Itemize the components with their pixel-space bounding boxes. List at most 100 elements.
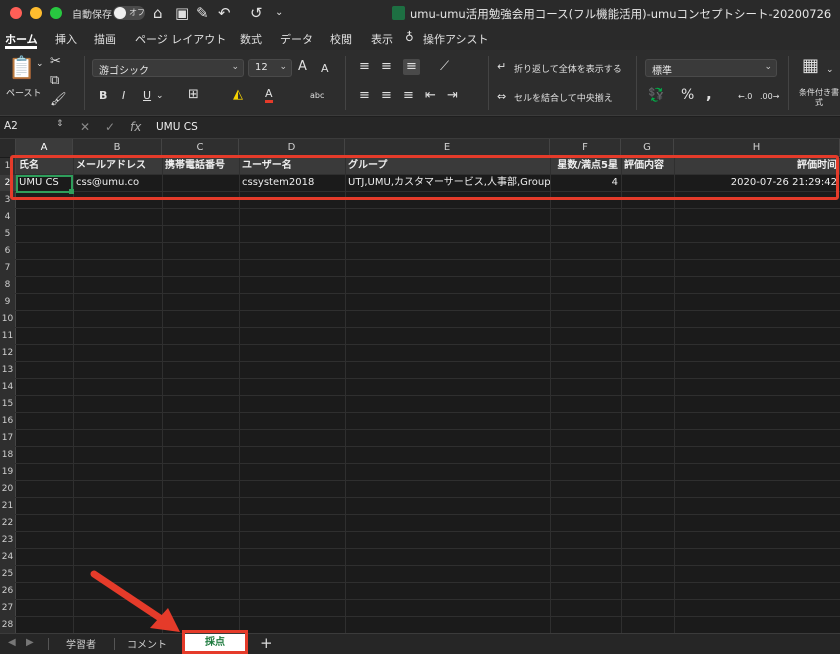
row-header-20[interactable]: 20 [0, 481, 16, 497]
spreadsheet-grid[interactable]: A B C D E F G H 1 2 3 4 5 6 7 8 9 10 11 12 13 14 15 16 1… [0, 139, 840, 633]
sheet-tab-learners[interactable]: 学習者 [50, 636, 112, 651]
enter-icon[interactable]: ✓ [105, 120, 115, 134]
underline-dropdown-icon[interactable]: ⌄ [156, 88, 164, 104]
row-header-14[interactable]: 14 [0, 379, 16, 395]
increase-indent-icon[interactable]: ⇥ [447, 88, 458, 104]
row-header-13[interactable]: 13 [0, 362, 16, 378]
row-header-23[interactable]: 23 [0, 532, 16, 548]
row-header-5[interactable]: 5 [0, 226, 16, 242]
phonetic-button[interactable]: abc [310, 88, 324, 104]
row-header-11[interactable]: 11 [0, 328, 16, 344]
copy-icon[interactable]: ⧉ [50, 73, 59, 89]
tab-tell-me[interactable]: 操作アシスト [423, 31, 489, 47]
align-top-icon[interactable]: ≡ [359, 59, 370, 75]
autosave-toggle[interactable]: オフ [113, 6, 145, 20]
merge-center-icon[interactable]: ⇔ [497, 89, 506, 105]
row-header-9[interactable]: 9 [0, 294, 16, 310]
cut-icon[interactable]: ✂ [50, 54, 61, 70]
name-box[interactable]: A2 [4, 120, 18, 132]
tab-draw[interactable]: 描画 [94, 31, 116, 47]
row-header-28[interactable]: 28 [0, 617, 16, 633]
customize-toolbar-icon[interactable]: ⌄ [275, 3, 283, 23]
align-bottom-icon[interactable]: ≡ [403, 59, 420, 75]
decrease-font-size-button[interactable]: A [321, 61, 329, 77]
close-window-button[interactable] [10, 7, 22, 19]
number-format-dropdown[interactable]: 標準 ⌄ [645, 59, 777, 77]
orientation-icon[interactable]: ⟋ [440, 59, 449, 75]
tab-formulas[interactable]: 数式 [240, 31, 262, 47]
bold-button[interactable]: B [99, 88, 107, 104]
decrease-decimal-icon[interactable]: .00→ [760, 89, 779, 105]
undo-icon[interactable]: ↶ [218, 3, 231, 23]
comma-style-button[interactable]: , [706, 86, 712, 102]
row-header-4[interactable]: 4 [0, 209, 16, 225]
row-header-17[interactable]: 17 [0, 430, 16, 446]
paste-icon[interactable]: 📋 [8, 56, 35, 82]
font-name-dropdown[interactable]: 游ゴシック ⌄ [92, 59, 244, 77]
tab-page-layout[interactable]: ページ レイアウト [135, 31, 226, 47]
conditional-format-icon[interactable]: ▦ [802, 57, 819, 75]
fill-color-icon[interactable]: ◭ [233, 87, 243, 103]
decrease-indent-icon[interactable]: ⇤ [425, 88, 436, 104]
wrap-text-icon[interactable]: ↵ [497, 59, 506, 75]
row-header-22[interactable]: 22 [0, 515, 16, 531]
paste-label[interactable]: ペースト [6, 86, 42, 99]
increase-font-size-button[interactable]: A [298, 59, 307, 75]
align-center-icon[interactable]: ≡ [381, 88, 392, 104]
row-header-8[interactable]: 8 [0, 277, 16, 293]
align-right-icon[interactable]: ≡ [403, 88, 414, 104]
row-header-7[interactable]: 7 [0, 260, 16, 276]
tab-home[interactable]: ホーム [5, 31, 38, 47]
percent-button[interactable]: % [681, 87, 694, 103]
row-header-10[interactable]: 10 [0, 311, 16, 327]
name-box-stepper-icon[interactable]: ⇕ [56, 119, 64, 129]
next-sheet-icon[interactable]: ▶ [26, 637, 34, 648]
row-header-27[interactable]: 27 [0, 600, 16, 616]
formula-input[interactable]: UMU CS [156, 121, 198, 133]
row-header-26[interactable]: 26 [0, 583, 16, 599]
cancel-icon[interactable]: ✕ [80, 120, 90, 134]
row-header-19[interactable]: 19 [0, 464, 16, 480]
save-icon[interactable]: ▣ [175, 3, 189, 23]
zoom-window-button[interactable] [50, 7, 62, 19]
borders-icon[interactable]: ⊞ [188, 87, 199, 103]
edit-icon[interactable]: ✎ [196, 3, 209, 23]
row-header-24[interactable]: 24 [0, 549, 16, 565]
font-size-dropdown[interactable]: 12 ⌄ [248, 59, 292, 77]
wrap-text-button[interactable]: 折り返して全体を表示する [514, 62, 622, 75]
row-header-18[interactable]: 18 [0, 447, 16, 463]
align-middle-icon[interactable]: ≡ [381, 59, 392, 75]
currency-format-icon[interactable]: 💱 [648, 88, 664, 104]
add-sheet-button[interactable]: + [260, 634, 273, 652]
tab-insert[interactable]: 挿入 [55, 31, 77, 47]
conditional-format-dropdown-icon[interactable]: ⌄ [826, 62, 834, 78]
align-left-icon[interactable]: ≡ [359, 88, 370, 104]
insert-function-button[interactable]: fx [130, 120, 141, 134]
underline-button[interactable]: U [143, 88, 151, 104]
sheet-tab-bar: ◀ ▶ 学習者 コメント 採点 + [0, 633, 840, 654]
excel-file-icon [392, 6, 405, 20]
minimize-window-button[interactable] [30, 7, 42, 19]
increase-decimal-icon[interactable]: ←.0 [738, 89, 752, 105]
lightbulb-icon[interactable]: ♁ [405, 30, 414, 44]
row-header-6[interactable]: 6 [0, 243, 16, 259]
home-icon[interactable]: ⌂ [153, 3, 163, 23]
prev-sheet-icon[interactable]: ◀ [8, 637, 16, 648]
row-header-25[interactable]: 25 [0, 566, 16, 582]
sheet-tab-comments[interactable]: コメント [116, 636, 178, 651]
tab-view[interactable]: 表示 [371, 31, 393, 47]
conditional-format-label[interactable]: 条件付き書式 [798, 88, 840, 108]
paste-dropdown-icon[interactable]: ⌄ [36, 56, 44, 72]
redo-icon[interactable]: ↺ [250, 3, 263, 23]
italic-button[interactable]: I [122, 88, 125, 104]
row-header-15[interactable]: 15 [0, 396, 16, 412]
grid-row: 8 [0, 277, 840, 294]
row-header-21[interactable]: 21 [0, 498, 16, 514]
font-color-button[interactable]: A [265, 87, 273, 103]
format-painter-icon[interactable]: 🖌 [50, 92, 67, 108]
row-header-12[interactable]: 12 [0, 345, 16, 361]
merge-center-button[interactable]: セルを結合して中央揃え [514, 91, 613, 104]
tab-data[interactable]: データ [280, 31, 313, 47]
tab-review[interactable]: 校閲 [330, 31, 352, 47]
row-header-16[interactable]: 16 [0, 413, 16, 429]
